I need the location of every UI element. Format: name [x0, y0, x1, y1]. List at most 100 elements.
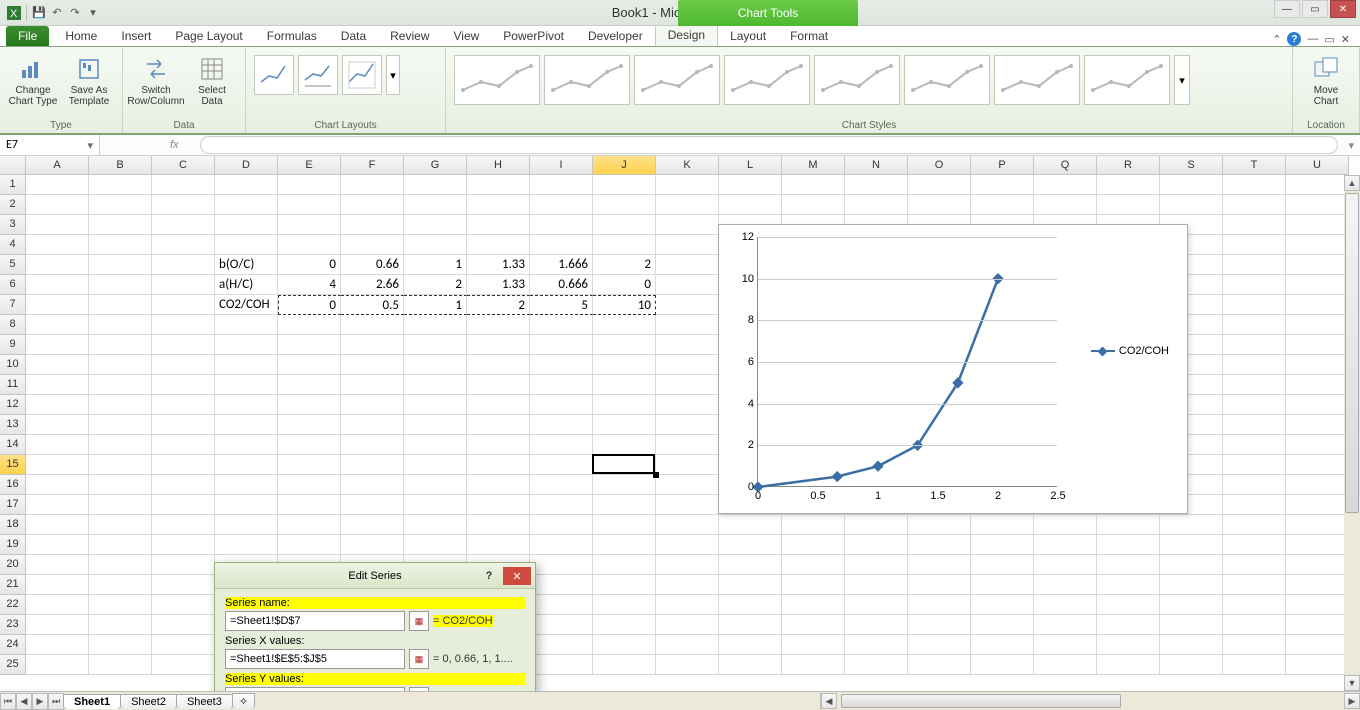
cell[interactable] — [656, 515, 719, 535]
cell[interactable] — [1223, 175, 1286, 195]
cell[interactable] — [215, 335, 278, 355]
cell[interactable] — [1160, 575, 1223, 595]
cell[interactable] — [467, 195, 530, 215]
cell[interactable] — [152, 435, 215, 455]
row-header[interactable]: 3 — [0, 215, 26, 235]
cell[interactable] — [26, 335, 89, 355]
cell[interactable] — [1223, 435, 1286, 455]
row-header[interactable]: 16 — [0, 475, 26, 495]
column-header[interactable]: Q — [1034, 156, 1097, 175]
workbook-close-icon[interactable]: ✕ — [1341, 33, 1350, 46]
cell[interactable] — [908, 615, 971, 635]
cell[interactable] — [26, 555, 89, 575]
column-header[interactable]: R — [1097, 156, 1160, 175]
cell[interactable] — [467, 515, 530, 535]
cell[interactable] — [341, 495, 404, 515]
cell[interactable] — [1223, 515, 1286, 535]
cell[interactable] — [152, 255, 215, 275]
ribbon-minimize-icon[interactable]: ⌃ — [1272, 33, 1281, 46]
column-header[interactable]: I — [530, 156, 593, 175]
cell[interactable] — [404, 375, 467, 395]
column-header[interactable]: L — [719, 156, 782, 175]
cell[interactable] — [152, 555, 215, 575]
cell[interactable] — [1223, 215, 1286, 235]
column-header[interactable]: C — [152, 156, 215, 175]
cell[interactable] — [530, 215, 593, 235]
tab-data[interactable]: Data — [329, 26, 378, 46]
cell[interactable] — [908, 575, 971, 595]
cell[interactable] — [593, 335, 656, 355]
cell[interactable] — [1160, 195, 1223, 215]
cell[interactable] — [593, 555, 656, 575]
cell[interactable] — [656, 575, 719, 595]
cell[interactable] — [593, 355, 656, 375]
cell[interactable] — [530, 235, 593, 255]
embedded-chart[interactable]: 02468101200.511.522.5 CO2/COH — [718, 224, 1188, 514]
save-icon[interactable]: 💾 — [31, 5, 47, 21]
cell[interactable] — [278, 315, 341, 335]
cell[interactable] — [1286, 635, 1349, 655]
cell[interactable]: 1 — [404, 295, 467, 315]
cell[interactable] — [782, 595, 845, 615]
cell[interactable] — [26, 175, 89, 195]
cell[interactable] — [26, 235, 89, 255]
cell[interactable] — [89, 295, 152, 315]
cell[interactable] — [1097, 515, 1160, 535]
cell[interactable] — [404, 315, 467, 335]
cell[interactable] — [467, 175, 530, 195]
cell[interactable] — [593, 575, 656, 595]
cell[interactable] — [1223, 495, 1286, 515]
cell[interactable] — [656, 315, 719, 335]
cell[interactable] — [719, 595, 782, 615]
tab-nav-next-icon[interactable]: ▶ — [32, 693, 48, 710]
cell[interactable] — [404, 475, 467, 495]
cell[interactable] — [1034, 635, 1097, 655]
series-x-input[interactable] — [225, 649, 405, 669]
cell[interactable] — [1286, 615, 1349, 635]
cell[interactable] — [530, 655, 593, 675]
change-chart-type-button[interactable]: Change Chart Type — [8, 51, 58, 107]
cell[interactable] — [1223, 395, 1286, 415]
cell[interactable] — [1223, 255, 1286, 275]
chart-layout-thumb[interactable] — [254, 55, 294, 95]
cell[interactable] — [278, 395, 341, 415]
cell[interactable] — [467, 335, 530, 355]
chart-style-thumb[interactable] — [724, 55, 810, 105]
cell[interactable] — [593, 495, 656, 515]
cell[interactable]: 1.33 — [467, 275, 530, 295]
cell[interactable] — [1097, 655, 1160, 675]
cell[interactable] — [656, 275, 719, 295]
cell[interactable] — [1034, 535, 1097, 555]
cell[interactable] — [656, 435, 719, 455]
tab-nav-last-icon[interactable]: ⏭ — [48, 693, 64, 710]
cell[interactable] — [26, 435, 89, 455]
row-header[interactable]: 21 — [0, 575, 26, 595]
row-header[interactable]: 11 — [0, 375, 26, 395]
cell[interactable] — [719, 575, 782, 595]
cell[interactable] — [593, 535, 656, 555]
cell[interactable]: 0.666 — [530, 275, 593, 295]
cell[interactable] — [782, 635, 845, 655]
cell[interactable] — [593, 635, 656, 655]
cell[interactable] — [530, 455, 593, 475]
cell[interactable] — [278, 455, 341, 475]
cell[interactable] — [782, 575, 845, 595]
cell[interactable] — [971, 655, 1034, 675]
cell[interactable] — [971, 595, 1034, 615]
cell[interactable] — [89, 555, 152, 575]
cell[interactable] — [404, 535, 467, 555]
cell[interactable] — [404, 415, 467, 435]
cell[interactable] — [152, 295, 215, 315]
redo-icon[interactable]: ↷ — [67, 5, 83, 21]
cell[interactable]: 2 — [593, 255, 656, 275]
row-header[interactable]: 9 — [0, 335, 26, 355]
cell[interactable] — [26, 215, 89, 235]
row-header[interactable]: 8 — [0, 315, 26, 335]
cell[interactable] — [1223, 535, 1286, 555]
cell[interactable] — [908, 535, 971, 555]
tab-home[interactable]: Home — [53, 26, 109, 46]
cell[interactable] — [341, 175, 404, 195]
chart-style-thumb[interactable] — [814, 55, 900, 105]
cell[interactable] — [1223, 655, 1286, 675]
cell[interactable] — [152, 415, 215, 435]
